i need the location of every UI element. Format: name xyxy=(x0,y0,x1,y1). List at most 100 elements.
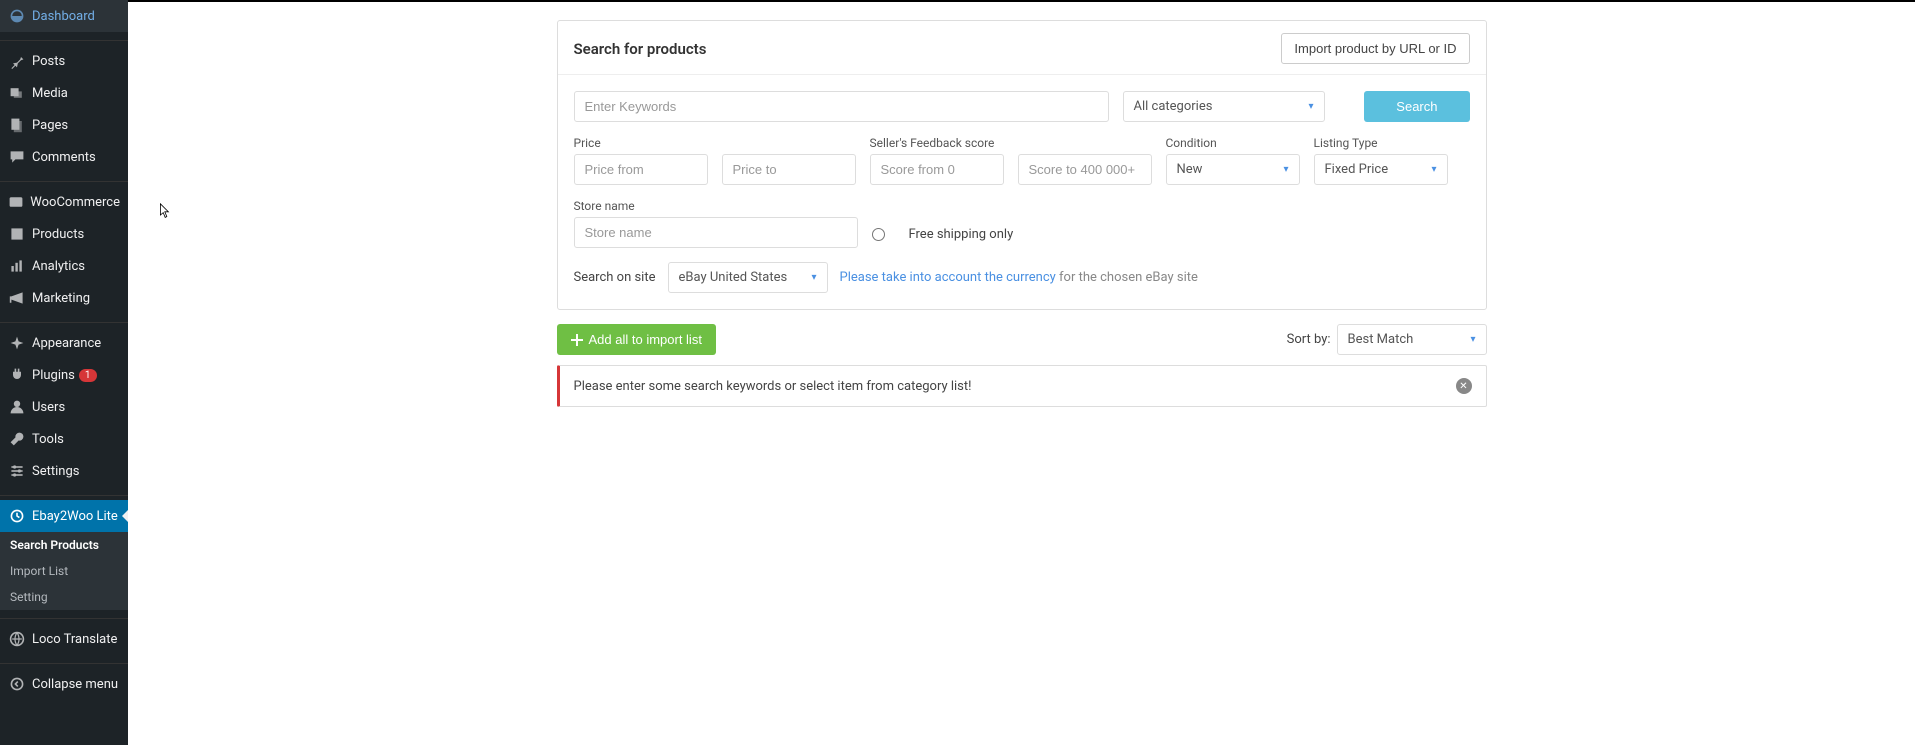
chevron-down-icon: ▾ xyxy=(1431,164,1436,175)
sidebar-item-products[interactable]: Products xyxy=(0,218,128,250)
sidebar-item-label: Settings xyxy=(32,464,79,479)
sidebar-item-appearance[interactable]: Appearance xyxy=(0,327,128,359)
condition-select[interactable]: New ▾ xyxy=(1166,154,1300,185)
collapse-icon xyxy=(8,675,26,693)
sidebar-item-pages[interactable]: Pages xyxy=(0,109,128,141)
add-all-button[interactable]: Add all to import list xyxy=(557,324,716,355)
dashboard-icon xyxy=(8,7,26,25)
sidebar-item-label: Comments xyxy=(32,150,96,165)
sidebar-item-label: Tools xyxy=(32,432,64,447)
analytics-icon xyxy=(8,257,26,275)
products-icon xyxy=(8,225,26,243)
sort-by-select[interactable]: Best Match ▾ xyxy=(1337,324,1487,355)
score-to-input[interactable] xyxy=(1018,154,1152,185)
price-to-input[interactable] xyxy=(722,154,856,185)
ebay2woo-icon xyxy=(8,507,26,525)
sidebar-item-label: Marketing xyxy=(32,291,90,306)
alert-text: Please enter some search keywords or sel… xyxy=(574,379,972,394)
comments-icon xyxy=(8,148,26,166)
add-all-label: Add all to import list xyxy=(589,332,702,347)
media-icon xyxy=(8,84,26,102)
keywords-input[interactable] xyxy=(574,91,1109,122)
store-name-label: Store name xyxy=(574,199,858,213)
search-panel: Search for products Import product by UR… xyxy=(557,20,1487,310)
alert-close-button[interactable]: ✕ xyxy=(1456,378,1472,394)
sidebar-item-label: Collapse menu xyxy=(32,677,118,692)
sidebar-sub-import-list[interactable]: Import List xyxy=(0,558,128,584)
sidebar-item-collapse[interactable]: Collapse menu xyxy=(0,668,128,700)
store-name-input[interactable] xyxy=(574,217,858,248)
price-label: Price xyxy=(574,136,708,150)
sidebar-item-comments[interactable]: Comments xyxy=(0,141,128,173)
sidebar-item-label: Products xyxy=(32,227,84,242)
category-select[interactable]: All categories ▾ xyxy=(1123,91,1325,122)
sidebar-item-label: Appearance xyxy=(32,336,101,351)
sidebar-item-settings[interactable]: Settings xyxy=(0,455,128,487)
main-content: Search for products Import product by UR… xyxy=(128,0,1915,745)
sidebar-item-label: WooCommerce xyxy=(30,195,120,210)
marketing-icon xyxy=(8,289,26,307)
free-shipping-checkbox[interactable] xyxy=(872,228,885,241)
listing-label: Listing Type xyxy=(1314,136,1448,150)
price-from-input[interactable] xyxy=(574,154,708,185)
tools-icon xyxy=(8,430,26,448)
plus-icon xyxy=(571,334,583,346)
condition-value: New xyxy=(1177,162,1203,177)
chevron-down-icon: ▾ xyxy=(811,272,816,283)
sort-by-value: Best Match xyxy=(1348,332,1414,347)
category-value: All categories xyxy=(1134,99,1213,114)
feedback-label: Seller's Feedback score xyxy=(870,136,1004,150)
sidebar-item-plugins[interactable]: Plugins 1 xyxy=(0,359,128,391)
sidebar-sub-setting[interactable]: Setting xyxy=(0,584,128,610)
sidebar-item-label: Posts xyxy=(32,54,65,69)
sidebar-item-label: Users xyxy=(32,400,65,415)
sidebar-item-woocommerce[interactable]: WooCommerce xyxy=(0,186,128,218)
chevron-down-icon: ▾ xyxy=(1470,334,1475,345)
site-select[interactable]: eBay United States ▾ xyxy=(668,262,828,293)
chevron-down-icon: ▾ xyxy=(1308,101,1313,112)
settings-icon xyxy=(8,462,26,480)
import-by-url-button[interactable]: Import product by URL or ID xyxy=(1281,33,1469,64)
pin-icon xyxy=(8,52,26,70)
appearance-icon xyxy=(8,334,26,352)
sidebar-item-label: Pages xyxy=(32,118,68,133)
sidebar-item-tools[interactable]: Tools xyxy=(0,423,128,455)
chevron-down-icon: ▾ xyxy=(1283,164,1288,175)
search-button[interactable]: Search xyxy=(1364,91,1469,122)
site-value: eBay United States xyxy=(679,270,788,285)
admin-sidebar: Dashboard Posts Media Pages Comments Woo… xyxy=(0,0,128,745)
woo-icon xyxy=(8,193,24,211)
listing-type-select[interactable]: Fixed Price ▾ xyxy=(1314,154,1448,185)
currency-hint-link[interactable]: Please take into account the currency xyxy=(840,270,1056,285)
sidebar-item-loco[interactable]: Loco Translate xyxy=(0,623,128,655)
search-on-site-label: Search on site xyxy=(574,270,656,285)
plugins-badge: 1 xyxy=(79,369,97,382)
sidebar-item-analytics[interactable]: Analytics xyxy=(0,250,128,282)
sidebar-item-label: Plugins xyxy=(32,368,75,383)
sidebar-item-label: Loco Translate xyxy=(32,632,117,647)
loco-icon xyxy=(8,630,26,648)
free-shipping-label: Free shipping only xyxy=(909,227,1014,242)
sort-by-label: Sort by: xyxy=(1287,332,1331,347)
sidebar-item-posts[interactable]: Posts xyxy=(0,45,128,77)
listing-type-value: Fixed Price xyxy=(1325,162,1389,177)
score-from-input[interactable] xyxy=(870,154,1004,185)
sidebar-item-label: Ebay2Woo Lite xyxy=(32,509,118,524)
sidebar-sub-search-products[interactable]: Search Products xyxy=(0,532,128,558)
currency-hint-text: for the chosen eBay site xyxy=(1056,270,1198,285)
sidebar-item-ebay2woo[interactable]: Ebay2Woo Lite xyxy=(0,500,128,532)
sidebar-item-label: Media xyxy=(32,86,68,101)
sidebar-item-dashboard[interactable]: Dashboard xyxy=(0,0,128,32)
sidebar-item-marketing[interactable]: Marketing xyxy=(0,282,128,314)
pages-icon xyxy=(8,116,26,134)
sidebar-item-users[interactable]: Users xyxy=(0,391,128,423)
alert-message: Please enter some search keywords or sel… xyxy=(557,365,1487,407)
plugins-icon xyxy=(8,366,26,384)
condition-label: Condition xyxy=(1166,136,1300,150)
sidebar-item-label: Dashboard xyxy=(32,9,95,24)
users-icon xyxy=(8,398,26,416)
panel-title: Search for products xyxy=(574,40,707,58)
sidebar-submenu: Search Products Import List Setting xyxy=(0,532,128,610)
sidebar-item-label: Analytics xyxy=(32,259,85,274)
sidebar-item-media[interactable]: Media xyxy=(0,77,128,109)
